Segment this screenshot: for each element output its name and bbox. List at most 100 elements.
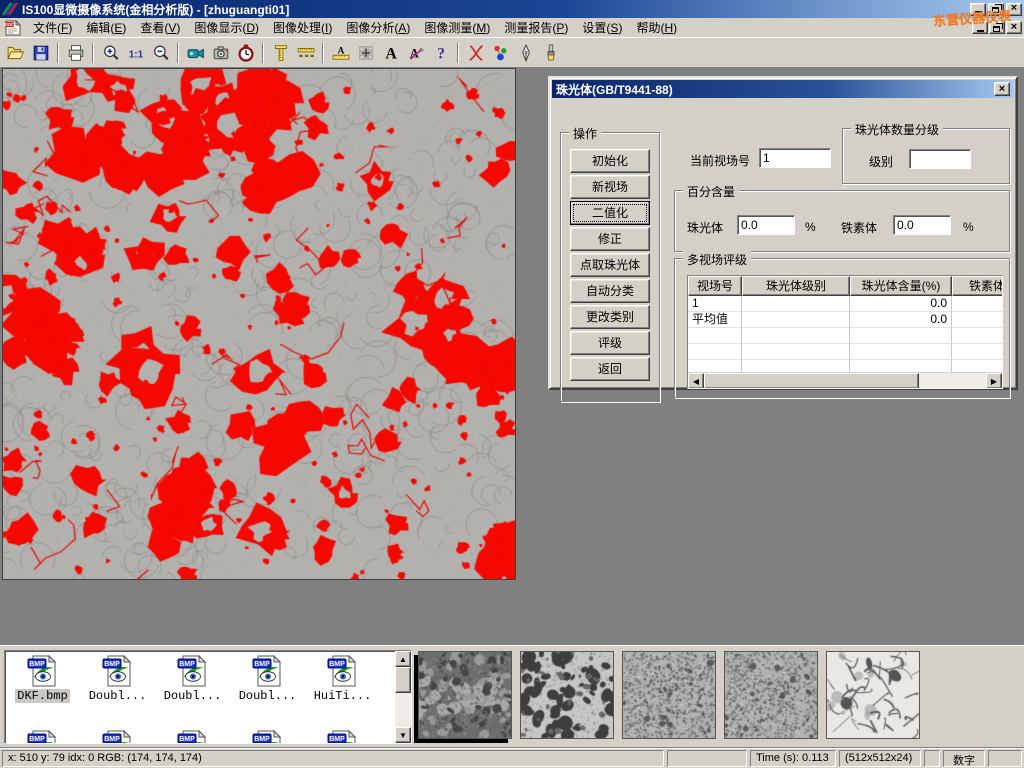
op-button-7[interactable]: 评级: [570, 331, 650, 355]
print-button[interactable]: [63, 41, 88, 65]
menu-item-4[interactable]: 图像处理(I): [266, 17, 339, 38]
rating-header-3[interactable]: 铁素体: [952, 276, 1003, 296]
text-label-button[interactable]: A: [378, 41, 403, 65]
paint-brush-icon: [542, 44, 560, 62]
file-item-partial-3[interactable]: BMP: [230, 728, 305, 743]
thumbnail-fine-speckle-b[interactable]: [724, 651, 818, 739]
dialog-close-button[interactable]: ×: [994, 82, 1010, 96]
rating-header-2[interactable]: 珠光体含量(%): [850, 276, 952, 296]
menu-item-0[interactable]: 文件(F): [26, 17, 79, 38]
measure-text-button[interactable]: A: [328, 41, 353, 65]
ferrite-value-input[interactable]: [893, 215, 951, 235]
thumbnail-graphite-flakes[interactable]: [826, 651, 920, 739]
scroll-up-button[interactable]: ▲: [395, 651, 411, 667]
file-item-partial-0[interactable]: BMP: [5, 728, 80, 743]
menu-item-1[interactable]: 编辑(E): [79, 17, 133, 38]
file-item-partial-1[interactable]: BMP: [80, 728, 155, 743]
scroll-thumb[interactable]: [395, 667, 411, 693]
op-button-1[interactable]: 新视场: [570, 175, 650, 199]
actual-size-button[interactable]: 1:1: [123, 41, 148, 65]
rating-row-3[interactable]: [688, 344, 1002, 360]
rating-table[interactable]: 视场号珠光体级别珠光体含量(%)铁素体10.0平均值0.0◀▶: [687, 275, 1003, 389]
curve-cut-button[interactable]: [463, 41, 488, 65]
rating-cell: [688, 328, 742, 344]
rating-header-1[interactable]: 珠光体级别: [742, 276, 850, 296]
scroll-left-button[interactable]: ◀: [688, 373, 704, 389]
status-empty-2: [924, 750, 940, 767]
count-markers-button[interactable]: [488, 41, 513, 65]
pearlite-value-input[interactable]: [737, 215, 795, 235]
op-button-4[interactable]: 点取珠光体: [570, 253, 650, 277]
op-button-8[interactable]: 返回: [570, 357, 650, 381]
pearlite-unit: %: [805, 220, 816, 234]
rating-cell: [742, 344, 850, 360]
op-button-5[interactable]: 自动分类: [570, 279, 650, 303]
pen-tool-icon: [517, 44, 535, 62]
thumbnail-light-dark-blobs[interactable]: [520, 651, 614, 739]
rating-row-1[interactable]: 平均值0.0: [688, 312, 1002, 328]
rating-table-hscrollbar[interactable]: ◀▶: [688, 372, 1002, 388]
save-file-button[interactable]: [28, 41, 53, 65]
paint-brush-button[interactable]: [538, 41, 563, 65]
application-window: { "window": { "title": "IS100显微摄像系统(金相分析…: [0, 0, 1024, 768]
file-item-1[interactable]: BMPDoubl...: [80, 651, 155, 703]
thumbnail-fine-speckle-a[interactable]: [622, 651, 716, 739]
op-button-3[interactable]: 修正: [570, 227, 650, 251]
rating-row-2[interactable]: [688, 328, 1002, 344]
rating-header-0[interactable]: 视场号: [688, 276, 742, 296]
caliper-vertical-button[interactable]: [268, 41, 293, 65]
grid-align-button[interactable]: [353, 41, 378, 65]
op-button-6[interactable]: 更改类别: [570, 305, 650, 329]
rating-row-0[interactable]: 10.0: [688, 296, 1002, 312]
metallographic-image[interactable]: [2, 68, 516, 580]
dialog-titlebar[interactable]: 珠光体(GB/T9441-88) ×: [552, 80, 1014, 98]
open-file-button[interactable]: [3, 41, 28, 65]
document-system-icon[interactable]: DOC: [4, 20, 22, 36]
menu-item-8[interactable]: 设置(S): [575, 17, 629, 38]
file-item-0[interactable]: BMPDKF.bmp: [5, 651, 80, 703]
op-button-0[interactable]: 初始化: [570, 149, 650, 173]
status-empty-1: [667, 750, 747, 767]
file-row-partial: BMPBMPBMPBMPBMP: [5, 728, 385, 743]
scroll-thumb[interactable]: [704, 373, 919, 389]
rating-cell: [688, 344, 742, 360]
menu-item-2[interactable]: 查看(V): [133, 17, 187, 38]
rating-cell: [952, 328, 1003, 344]
status-position: x: 510 y: 79 idx: 0 RGB: (174, 174, 174): [2, 750, 664, 767]
thumbnail-dark-coarse[interactable]: [418, 651, 512, 739]
rating-cell: [952, 344, 1003, 360]
svg-text:BMP: BMP: [329, 736, 345, 743]
menu-item-3[interactable]: 图像显示(D): [187, 17, 266, 38]
op-button-2[interactable]: 二值化: [570, 201, 650, 225]
zoom-in-button[interactable]: [98, 41, 123, 65]
timer-clock-button[interactable]: [233, 41, 258, 65]
scroll-track[interactable]: [395, 693, 411, 727]
file-item-2[interactable]: BMPDoubl...: [155, 651, 230, 703]
menu-item-5[interactable]: 图像分析(A): [339, 17, 417, 38]
rating-cell: 1: [688, 296, 742, 312]
ruler-horizontal-button[interactable]: [293, 41, 318, 65]
toolbar-separator: [457, 43, 459, 63]
current-field-input[interactable]: [759, 148, 831, 168]
file-list-scrollbar[interactable]: ▲ ▼: [395, 651, 411, 743]
menu-item-7[interactable]: 测量报告(P): [497, 17, 575, 38]
menu-item-9[interactable]: 帮助(H): [629, 17, 684, 38]
status-dimensions: (512x512x24): [839, 750, 921, 767]
text-edit-button[interactable]: A: [403, 41, 428, 65]
scroll-right-button[interactable]: ▶: [986, 373, 1002, 389]
level-input[interactable]: [909, 149, 971, 169]
scroll-down-button[interactable]: ▼: [395, 727, 411, 743]
file-item-partial-2[interactable]: BMP: [155, 728, 230, 743]
ferrite-label: 铁素体: [841, 219, 877, 236]
scroll-track[interactable]: [919, 373, 986, 388]
zoom-out-button[interactable]: [148, 41, 173, 65]
menu-item-6[interactable]: 图像测量(M): [417, 17, 497, 38]
file-item-4[interactable]: BMPHuiTi...: [305, 651, 380, 703]
video-camera-button[interactable]: [183, 41, 208, 65]
capture-camera-button[interactable]: [208, 41, 233, 65]
file-item-3[interactable]: BMPDoubl...: [230, 651, 305, 703]
pen-tool-button[interactable]: [513, 41, 538, 65]
help-button[interactable]: ?: [428, 41, 453, 65]
window-title: IS100显微摄像系统(金相分析版) - [zhuguangti01]: [22, 1, 289, 18]
file-item-partial-4[interactable]: BMP: [305, 728, 380, 743]
